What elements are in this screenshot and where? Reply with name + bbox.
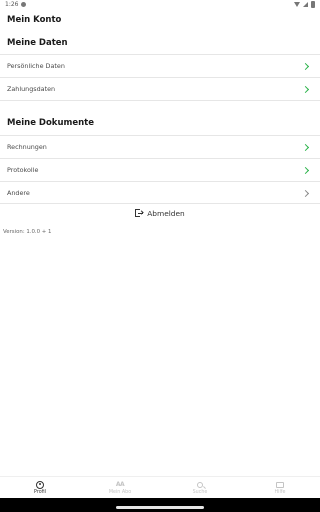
chevron-right-icon	[301, 85, 310, 93]
battery-icon	[311, 1, 315, 8]
chevron-right-icon	[301, 166, 310, 174]
row-label: Persönliche Daten	[7, 62, 65, 70]
section-heading-meine-dokumente: Meine Dokumente	[7, 118, 95, 128]
logout-icon	[135, 209, 144, 217]
chevron-right-icon	[301, 189, 310, 197]
system-nav-bar	[0, 498, 320, 512]
bottom-nav: Profil AA Mein Abo Suche Hilfe	[0, 476, 320, 498]
home-indicator[interactable]	[116, 506, 204, 509]
status-bar: 1:26	[0, 0, 320, 10]
ad-icon: AA	[115, 481, 125, 488]
divider	[0, 100, 320, 101]
row-andere[interactable]: Andere	[0, 182, 320, 204]
nav-label: Hilfe	[274, 489, 286, 495]
nav-item-profil[interactable]: Profil	[0, 477, 80, 498]
page-title: Mein Konto	[7, 15, 62, 25]
row-zahlungsdaten[interactable]: Zahlungsdaten	[0, 78, 320, 100]
nav-label: Mein Abo	[108, 489, 132, 495]
chevron-right-icon	[301, 62, 310, 70]
row-protokolle[interactable]: Protokolle	[0, 159, 320, 181]
divider	[0, 203, 320, 204]
status-time: 1:26	[5, 1, 19, 8]
chat-icon	[276, 481, 284, 489]
logout-label: Abmelden	[147, 208, 185, 218]
status-right	[294, 1, 315, 8]
nav-item-mein-abo[interactable]: AA Mein Abo	[80, 477, 160, 498]
row-rechnungen[interactable]: Rechnungen	[0, 136, 320, 158]
search-icon	[196, 481, 204, 489]
row-label: Rechnungen	[7, 143, 47, 151]
logout-button[interactable]: Abmelden	[0, 206, 320, 220]
chevron-right-icon	[301, 143, 310, 151]
row-persoenliche-daten[interactable]: Persönliche Daten	[0, 55, 320, 77]
nav-label: Suche	[192, 489, 208, 495]
signal-icon	[303, 2, 308, 7]
version-text: Version: 1.0.0 + 1	[3, 229, 52, 235]
wifi-icon	[294, 2, 300, 7]
notification-dot-icon	[21, 2, 27, 7]
nav-item-suche[interactable]: Suche	[160, 477, 240, 498]
row-label: Zahlungsdaten	[7, 85, 56, 93]
nav-label: Profil	[34, 489, 46, 495]
status-left: 1:26	[5, 1, 27, 8]
section-heading-meine-daten: Meine Daten	[7, 38, 68, 48]
row-label: Protokolle	[7, 166, 39, 174]
row-label: Andere	[7, 189, 30, 197]
nav-item-hilfe[interactable]: Hilfe	[240, 477, 320, 498]
profile-icon	[36, 480, 44, 489]
